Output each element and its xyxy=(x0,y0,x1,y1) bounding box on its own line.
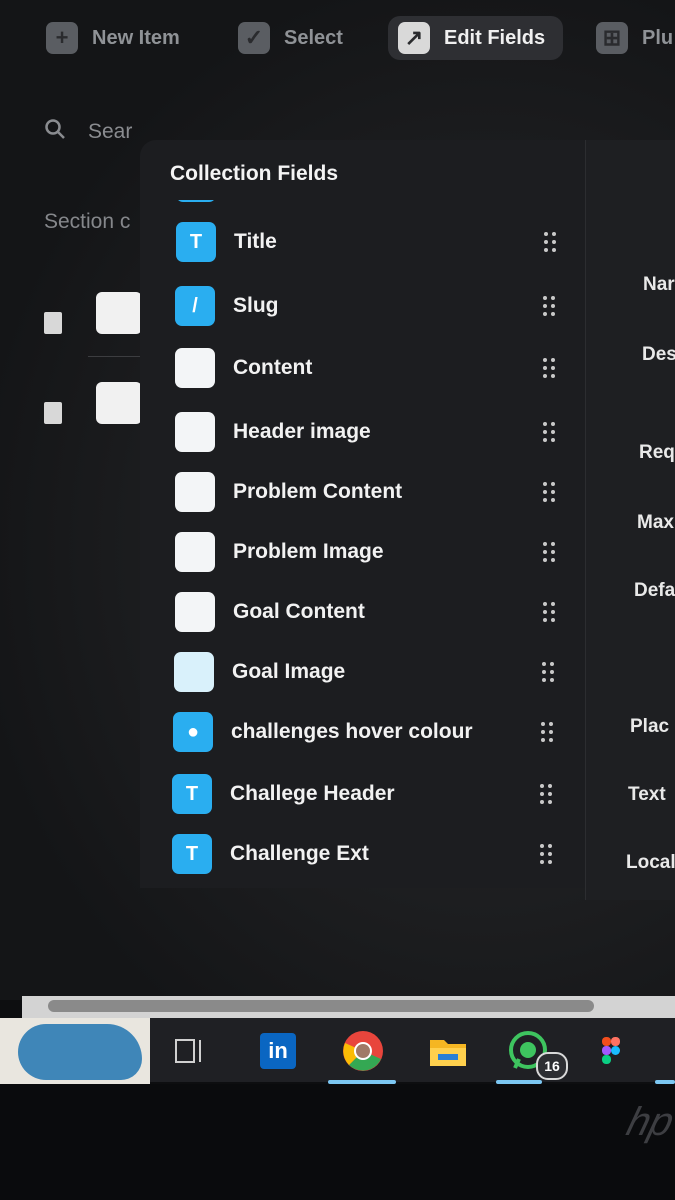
drag-handle-icon[interactable] xyxy=(540,844,552,864)
rich-text-icon xyxy=(175,472,215,512)
section-column-header: Section c xyxy=(44,210,131,233)
name-label: Nar xyxy=(643,274,675,295)
drag-handle-icon[interactable] xyxy=(544,232,556,252)
required-label: Req xyxy=(639,442,675,463)
field-row[interactable]: T Title xyxy=(176,220,556,264)
drag-handle-icon[interactable] xyxy=(540,784,552,804)
field-row[interactable]: Header image xyxy=(175,410,555,454)
plugins-button[interactable]: ⊞ Plu xyxy=(596,16,673,60)
field-row[interactable]: T Challenge Ext xyxy=(172,832,552,876)
text-icon: T xyxy=(176,200,216,202)
document-icon xyxy=(44,312,62,334)
linkedin-label: in xyxy=(260,1033,296,1069)
drag-handle-icon[interactable] xyxy=(543,358,555,378)
field-label: Goal Content xyxy=(233,600,365,623)
horizontal-scrollbar[interactable] xyxy=(22,996,675,1018)
text-icon: T xyxy=(176,222,216,262)
search-field[interactable]: Sear xyxy=(44,118,132,146)
linkedin-icon[interactable]: in xyxy=(258,1030,298,1072)
chrome-icon[interactable] xyxy=(340,1030,386,1072)
image-icon xyxy=(174,652,214,692)
search-placeholder: Sear xyxy=(88,120,133,143)
field-row[interactable]: TProject Duration xyxy=(176,200,556,204)
field-row[interactable]: Goal Image xyxy=(174,650,554,694)
drag-handle-icon[interactable] xyxy=(543,422,555,442)
app-screen: + New Item ✓ Select ↗ Edit Fields ⊞ Plu … xyxy=(0,0,675,1000)
item-thumbnail xyxy=(96,382,142,424)
field-label: Problem Image xyxy=(233,540,384,563)
fish-wallpaper-icon xyxy=(18,1024,142,1080)
field-label: Challege Header xyxy=(230,782,395,805)
field-label: Slug xyxy=(233,294,279,317)
figma-icon[interactable] xyxy=(596,1030,626,1072)
max-label: Max xyxy=(637,512,674,533)
color-drop-icon: ● xyxy=(173,712,213,752)
plugins-label: Plu xyxy=(642,26,674,49)
field-row[interactable]: / Slug xyxy=(175,284,555,328)
arrow-up-right-icon: ↗ xyxy=(398,22,430,54)
search-icon xyxy=(44,118,66,146)
task-view-icon[interactable] xyxy=(170,1030,210,1072)
edit-fields-button[interactable]: ↗ Edit Fields xyxy=(388,16,564,60)
scrollbar-thumb[interactable] xyxy=(48,1000,594,1012)
localization-label: Local xyxy=(626,852,675,873)
field-label: Challenge Ext xyxy=(230,842,369,865)
field-label: Title xyxy=(234,230,277,253)
field-label: Content xyxy=(233,356,313,379)
field-row[interactable]: Problem Image xyxy=(175,530,555,574)
field-row[interactable]: Goal Content xyxy=(175,590,555,634)
laptop-bezel xyxy=(0,1084,675,1200)
notification-badge: 16 xyxy=(536,1052,568,1080)
text-label: Text xyxy=(628,784,666,805)
drag-handle-icon[interactable] xyxy=(543,296,555,316)
default-label: Defa xyxy=(634,580,675,601)
field-label: Goal Image xyxy=(232,660,346,683)
drag-handle-icon[interactable] xyxy=(542,662,554,682)
rich-text-icon xyxy=(175,348,215,388)
field-row[interactable]: ● challenges hover colour xyxy=(173,710,553,754)
collection-fields-panel: Collection Fields TProject DurationTTitl… xyxy=(140,140,585,888)
image-icon xyxy=(175,532,215,572)
field-list[interactable]: TProject DurationTTitle/SlugContentHeade… xyxy=(140,200,585,888)
file-explorer-icon[interactable] xyxy=(426,1030,470,1072)
placeholder-label: Plac xyxy=(630,716,670,737)
row-divider xyxy=(88,356,148,357)
drag-handle-icon[interactable] xyxy=(543,482,555,502)
field-label: challenges hover colour xyxy=(231,720,473,743)
new-item-button[interactable]: + New Item xyxy=(46,16,180,60)
drag-handle-icon[interactable] xyxy=(543,602,555,622)
rich-text-icon xyxy=(175,592,215,632)
select-label: Select xyxy=(284,26,343,49)
new-item-label: New Item xyxy=(92,26,180,49)
grid-icon: ⊞ xyxy=(596,22,628,54)
item-thumbnail xyxy=(96,292,142,334)
field-row[interactable]: Content xyxy=(175,346,555,390)
document-icon xyxy=(44,402,62,424)
field-label: Problem Content xyxy=(233,480,403,503)
plus-icon: + xyxy=(46,22,78,54)
drag-handle-icon[interactable] xyxy=(543,542,555,562)
description-label: Des xyxy=(642,344,675,365)
checkmark-icon: ✓ xyxy=(238,22,270,54)
field-row[interactable]: Problem Content xyxy=(175,470,555,514)
slug-icon: / xyxy=(175,286,215,326)
field-row[interactable]: T Challege Header xyxy=(172,772,552,816)
top-toolbar: + New Item ✓ Select ↗ Edit Fields ⊞ Plu xyxy=(0,0,675,90)
text-icon: T xyxy=(172,774,212,814)
drag-handle-icon[interactable] xyxy=(541,722,553,742)
image-icon xyxy=(175,412,215,452)
select-button[interactable]: ✓ Select xyxy=(238,16,343,60)
text-icon: T xyxy=(172,834,212,874)
edit-fields-label: Edit Fields xyxy=(444,26,546,49)
panel-title: Collection Fields xyxy=(170,162,339,185)
field-label: Header image xyxy=(233,420,371,443)
